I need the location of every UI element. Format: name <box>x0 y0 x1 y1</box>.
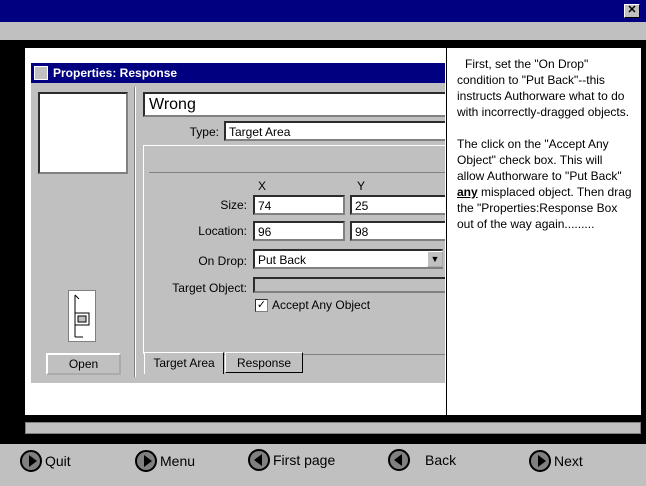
instruction-panel: First, set the "On Drop" condition to "P… <box>447 48 641 415</box>
progress-track <box>25 422 641 434</box>
target-object-field <box>253 277 445 293</box>
close-button[interactable]: ✕ <box>624 4 640 18</box>
target-object-label: Target Object: <box>172 281 247 295</box>
size-y-input[interactable]: 25 <box>350 195 445 215</box>
next-button[interactable]: Next <box>529 449 583 473</box>
response-icon-graphic <box>68 290 96 342</box>
tab-response[interactable]: Response <box>225 352 303 373</box>
icon-preview-box <box>38 92 128 174</box>
back-button[interactable]: Back <box>388 448 456 472</box>
play-left-icon <box>248 449 270 471</box>
on-drop-select[interactable]: Put Back <box>253 249 443 269</box>
instruction-emphasis: any <box>457 185 478 199</box>
type-label: Type: <box>189 125 219 139</box>
properties-dialog: Properties: Response Open Wrong Type: Ta… <box>31 63 445 383</box>
tab-target-area[interactable]: Target Area <box>144 352 224 374</box>
app-title-bar <box>0 0 646 22</box>
back-label: Back <box>425 452 457 468</box>
open-button[interactable]: Open <box>46 353 121 375</box>
on-drop-label: On Drop: <box>198 254 247 268</box>
quit-label: Quit <box>45 453 71 469</box>
y-column-label: Y <box>357 179 366 193</box>
dialog-app-icon <box>34 66 48 80</box>
location-x-input[interactable]: 96 <box>253 221 345 241</box>
settings-group-header <box>149 149 445 173</box>
accept-any-checkbox[interactable]: ✓ <box>255 299 268 312</box>
play-right-icon <box>529 450 551 472</box>
next-label: Next <box>554 453 583 469</box>
instruction-text-a: The click on the "Accept Any Object" che… <box>457 137 622 183</box>
quit-button[interactable]: Quit <box>20 449 71 473</box>
accept-any-label[interactable]: Accept Any Object <box>272 298 370 312</box>
vertical-divider <box>134 87 136 377</box>
location-label: Location: <box>198 224 247 238</box>
play-right-icon <box>20 450 42 472</box>
first-page-button[interactable]: First page <box>248 448 335 472</box>
type-field: Target Area <box>224 121 445 141</box>
chevron-down-icon[interactable]: ▼ <box>427 251 443 267</box>
response-name-input[interactable]: Wrong <box>143 92 445 117</box>
instruction-text-b: misplaced object. Then drag the "Propert… <box>457 185 632 231</box>
play-right-icon <box>135 450 157 472</box>
menu-strip <box>0 22 646 40</box>
dialog-title[interactable]: Properties: Response <box>31 63 445 83</box>
first-page-label: First page <box>273 452 336 468</box>
menu-label: Menu <box>160 453 196 469</box>
instruction-paragraph-2: The click on the "Accept Any Object" che… <box>457 136 633 232</box>
location-y-input[interactable]: 98 <box>350 221 445 241</box>
size-label: Size: <box>220 198 247 212</box>
x-column-label: X <box>258 179 267 193</box>
instruction-paragraph-1: First, set the "On Drop" condition to "P… <box>457 57 630 119</box>
menu-button[interactable]: Menu <box>135 449 195 473</box>
play-left-icon <box>388 449 410 471</box>
size-x-input[interactable]: 74 <box>253 195 345 215</box>
